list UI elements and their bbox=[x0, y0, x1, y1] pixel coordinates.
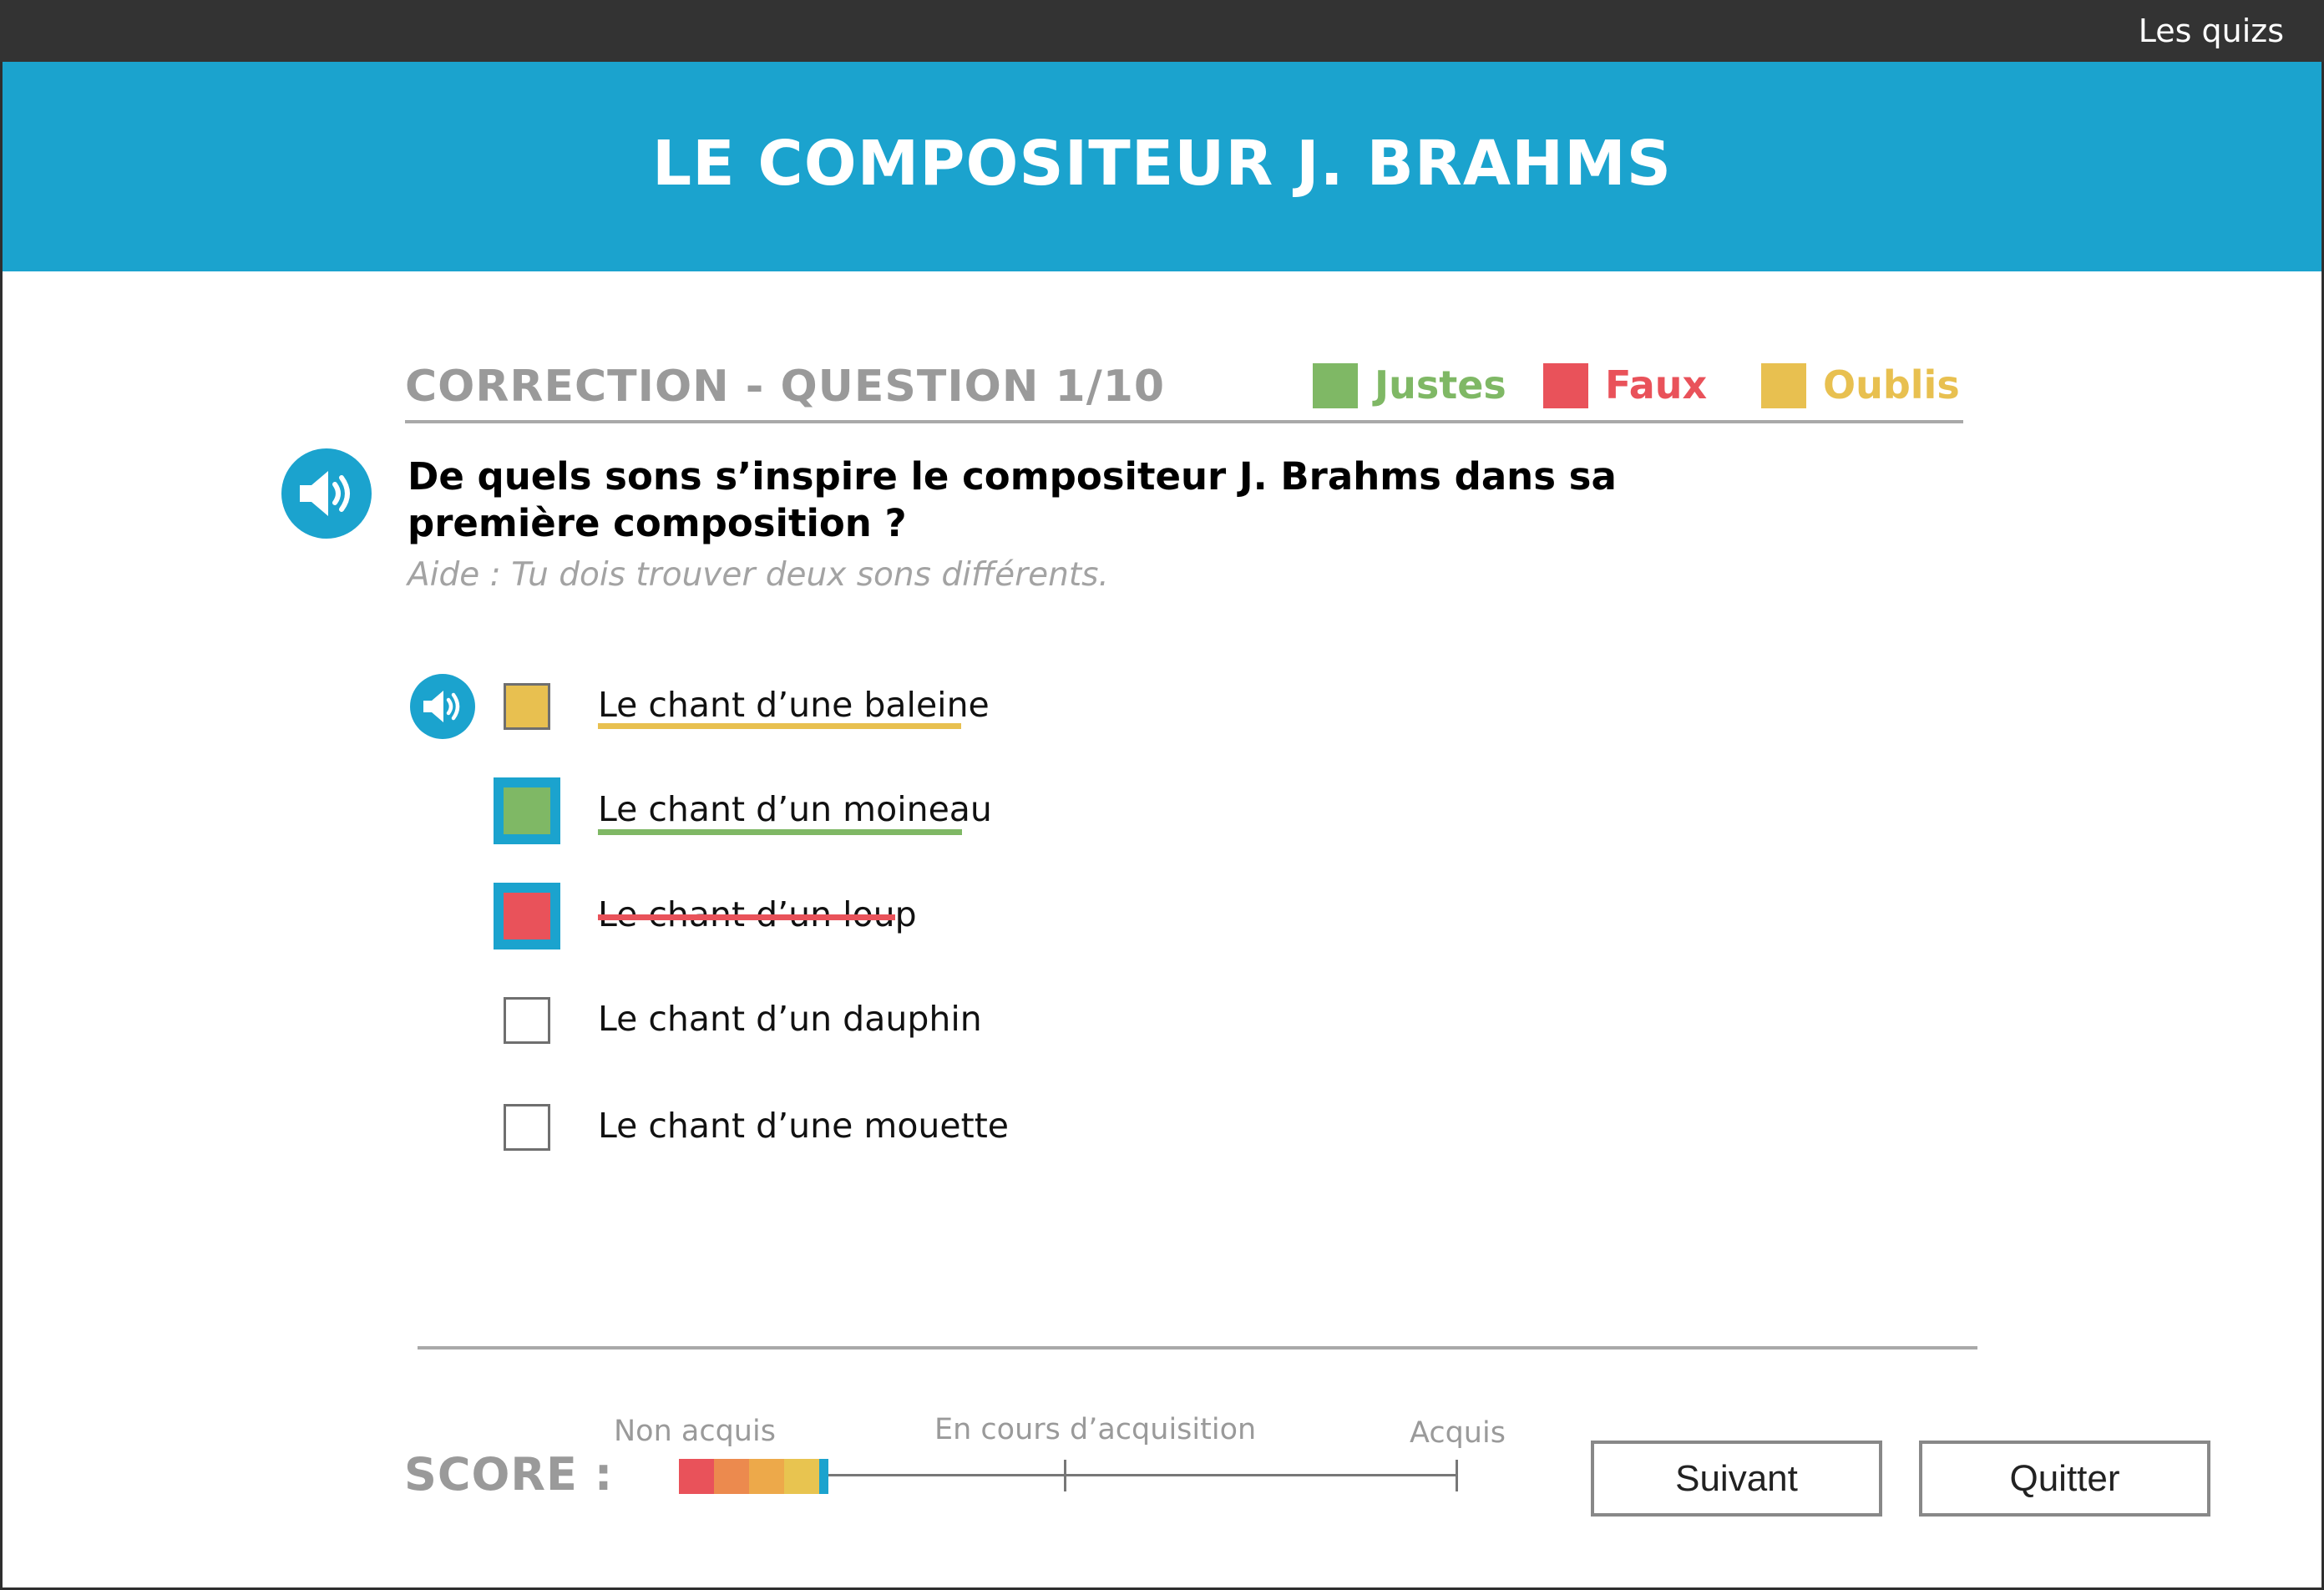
scale-label-not-acquired: Non acquis bbox=[614, 1415, 776, 1448]
checkbox-fill bbox=[504, 893, 550, 939]
legend-wrong-swatch bbox=[1543, 363, 1588, 408]
help-text: Aide : Tu dois trouver deux sons différe… bbox=[408, 556, 1109, 594]
answer-checkbox[interactable] bbox=[494, 777, 560, 844]
speaker-icon bbox=[300, 471, 350, 516]
legend-correct-label: Justes bbox=[1375, 362, 1506, 408]
question-audio-button[interactable] bbox=[281, 448, 372, 539]
score-segment bbox=[749, 1459, 784, 1494]
missed-underline bbox=[598, 723, 961, 729]
legend-correct-swatch bbox=[1313, 363, 1358, 408]
answer-checkbox[interactable] bbox=[504, 683, 550, 730]
page-title: LE COMPOSITEUR J. BRAHMS bbox=[651, 128, 1673, 200]
score-tick bbox=[1456, 1460, 1458, 1491]
title-banner: LE COMPOSITEUR J. BRAHMS bbox=[3, 62, 2321, 271]
score-segment bbox=[714, 1459, 749, 1494]
question-text: De quels sons s’inspire le compositeur J… bbox=[408, 454, 1617, 545]
answer-label: Le chant d’une baleine bbox=[598, 685, 990, 725]
answer-option[interactable]: Le chant d’un moineau bbox=[0, 777, 2324, 844]
quizzes-link[interactable]: Les quizs bbox=[2139, 8, 2284, 53]
checkbox-fill bbox=[504, 787, 550, 834]
legend-wrong-label: Faux bbox=[1605, 362, 1708, 408]
answer-label: Le chant d’une mouette bbox=[598, 1106, 1010, 1146]
top-bar: Les quizs bbox=[0, 0, 2324, 62]
scale-label-in-progress: En cours d’acquisition bbox=[934, 1413, 1257, 1446]
legend-missed-label: Oublis bbox=[1823, 362, 1960, 408]
score-segment bbox=[784, 1459, 819, 1494]
answer-option[interactable]: Le chant d’une mouette bbox=[0, 1102, 2324, 1169]
score-label: SCORE : bbox=[404, 1448, 614, 1501]
quit-button[interactable]: Quitter bbox=[1919, 1441, 2210, 1517]
answer-option[interactable]: Le chant d’une baleine bbox=[0, 673, 2324, 740]
answer-option[interactable]: Le chant d’un loup bbox=[0, 883, 2324, 949]
answer-option[interactable]: Le chant d’un dauphin bbox=[0, 995, 2324, 1062]
legend-missed-swatch bbox=[1761, 363, 1806, 408]
score-cursor bbox=[819, 1459, 828, 1494]
next-button[interactable]: Suivant bbox=[1591, 1441, 1882, 1517]
score-progress-bar bbox=[679, 1459, 819, 1494]
answer-label: Le chant d’un dauphin bbox=[598, 999, 982, 1039]
wrong-strikethrough bbox=[598, 914, 895, 920]
correct-underline bbox=[598, 829, 962, 835]
correction-heading: CORRECTION - QUESTION 1/10 bbox=[405, 362, 1166, 412]
answer-checkbox[interactable] bbox=[504, 997, 550, 1044]
scale-label-acquired: Acquis bbox=[1410, 1416, 1506, 1450]
score-tick bbox=[1064, 1460, 1066, 1491]
score-segment bbox=[679, 1459, 714, 1494]
answer-checkbox[interactable] bbox=[504, 1104, 550, 1151]
answer-checkbox[interactable] bbox=[494, 883, 560, 949]
footer-divider bbox=[418, 1346, 1977, 1349]
answer-label: Le chant d’un moineau bbox=[598, 789, 992, 829]
heading-divider bbox=[405, 420, 1963, 423]
